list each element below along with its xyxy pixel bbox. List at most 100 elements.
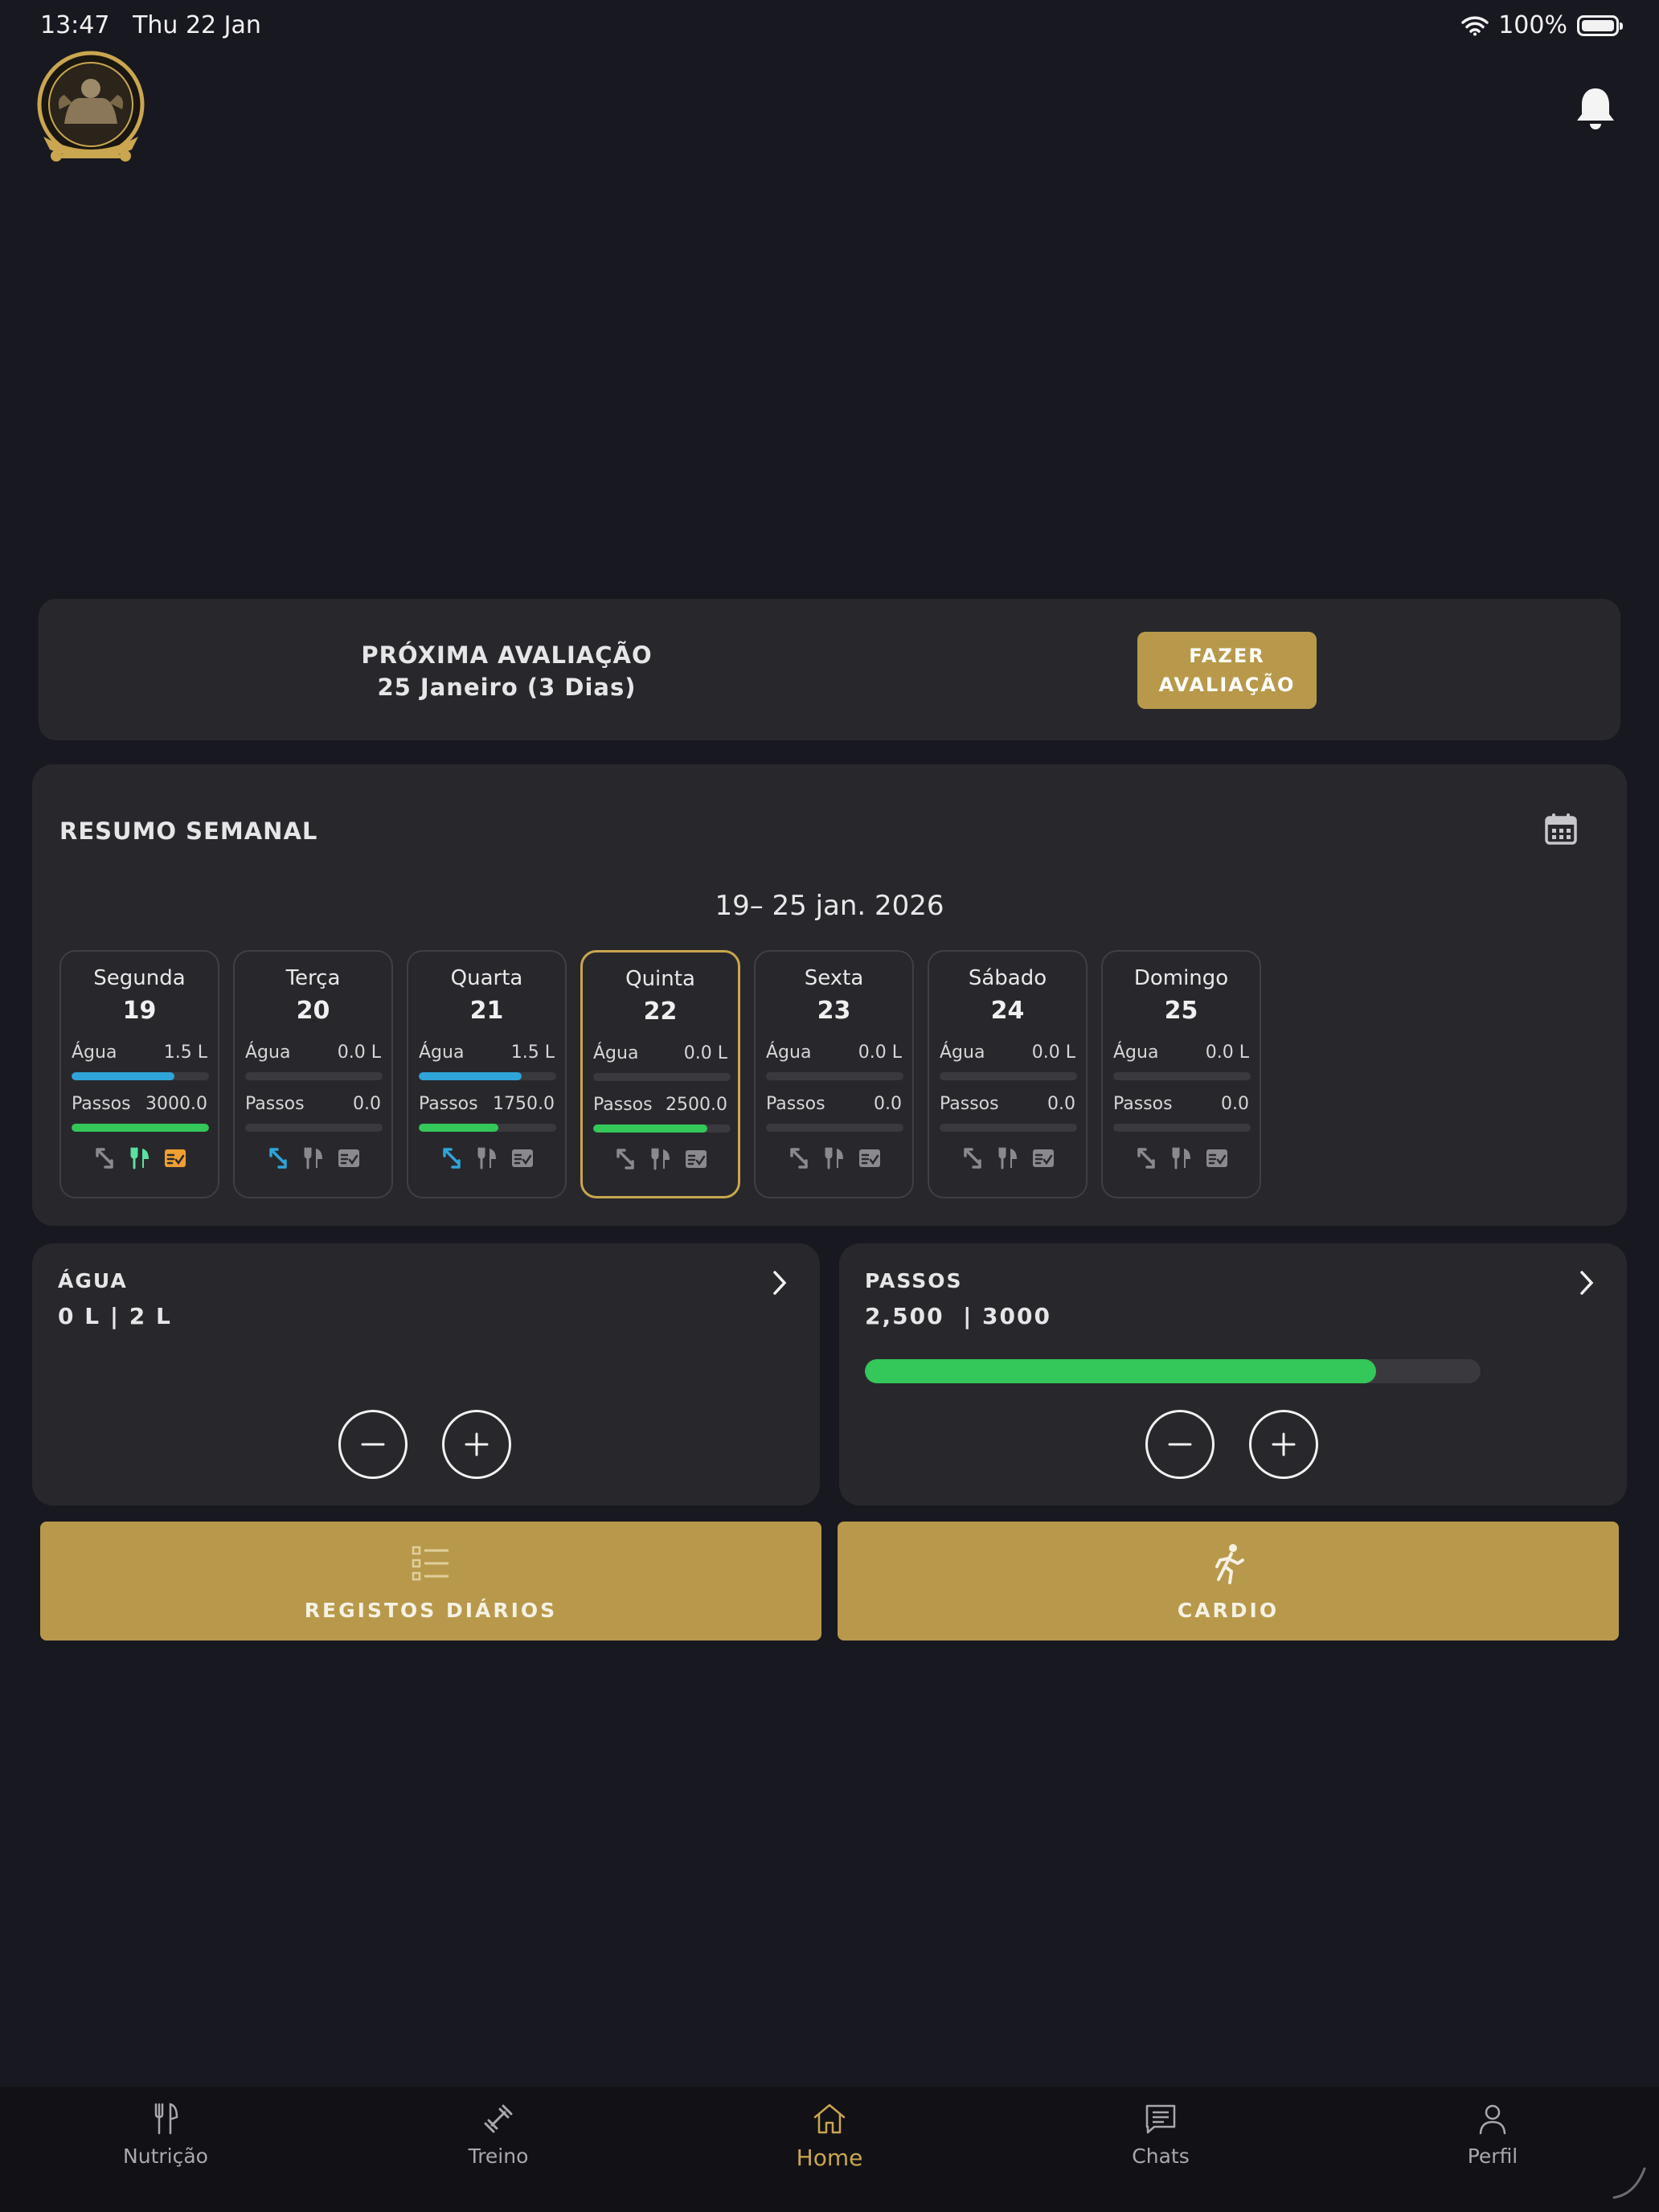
day-steps-bar bbox=[766, 1124, 903, 1132]
minus-icon bbox=[1168, 1443, 1192, 1446]
weekly-summary-card: RESUMO SEMANAL 19– 25 jan. 2026 Segunda … bbox=[32, 764, 1627, 1226]
day-water-value: 0.0 L bbox=[683, 1043, 727, 1063]
bell-icon[interactable] bbox=[1574, 85, 1617, 132]
day-water-bar bbox=[419, 1072, 556, 1080]
day-water-value: 1.5 L bbox=[510, 1043, 555, 1063]
tab-chats[interactable]: Chats bbox=[1064, 2101, 1257, 2168]
tab-label: Nutrição bbox=[123, 2144, 208, 2168]
day-steps-label: Passos bbox=[72, 1094, 131, 1114]
day-icons bbox=[61, 1146, 218, 1170]
status-time: 13:47 Thu 22 Jan bbox=[40, 11, 261, 39]
steps-card[interactable]: PASSOS 2,500 | 3000 bbox=[839, 1243, 1627, 1505]
day-steps-bar bbox=[1113, 1124, 1251, 1132]
day-steps-value: 2500.0 bbox=[666, 1095, 727, 1115]
next-evaluation-title: PRÓXIMA AVALIAÇÃO bbox=[361, 641, 653, 669]
dumbbell-icon bbox=[484, 2104, 513, 2133]
day-name: Quinta bbox=[625, 967, 695, 991]
status-bar: 13:47 Thu 22 Jan 100% bbox=[0, 0, 1659, 50]
workout-icon bbox=[442, 1148, 461, 1169]
chevron-right-icon[interactable] bbox=[768, 1269, 791, 1296]
day-water-value: 0.0 L bbox=[337, 1043, 381, 1063]
meal-icon bbox=[304, 1147, 322, 1169]
chevron-right-icon[interactable] bbox=[1575, 1269, 1598, 1296]
workout-icon bbox=[95, 1148, 113, 1169]
steps-increase-button[interactable] bbox=[1249, 1410, 1318, 1479]
checklist-icon bbox=[1206, 1149, 1227, 1167]
tab-nutricao[interactable]: Nutrição bbox=[69, 2101, 262, 2168]
day-steps-bar bbox=[419, 1124, 556, 1132]
resize-handle-icon bbox=[1612, 2167, 1646, 2199]
day-name: Terça bbox=[285, 966, 341, 990]
day-icons bbox=[408, 1146, 565, 1170]
day-water-label: Água bbox=[72, 1043, 117, 1063]
day-water-bar bbox=[766, 1072, 903, 1080]
steps-decrease-button[interactable] bbox=[1145, 1410, 1215, 1479]
tab-perfil[interactable]: Perfil bbox=[1396, 2101, 1589, 2168]
day-steps-label: Passos bbox=[245, 1094, 305, 1114]
day-card-domingo[interactable]: Domingo 25 Água 0.0 L Passos 0.0 bbox=[1101, 950, 1261, 1198]
day-water-label: Água bbox=[766, 1043, 812, 1063]
day-steps-label: Passos bbox=[940, 1094, 999, 1114]
day-water-value: 0.0 L bbox=[858, 1043, 902, 1063]
checklist-icon bbox=[1032, 1149, 1054, 1167]
do-evaluation-button[interactable]: FAZER AVALIAÇÃO bbox=[1137, 632, 1317, 709]
daily-logs-button[interactable]: REGISTOS DIÁRIOS bbox=[40, 1522, 821, 1641]
day-steps-value: 0.0 bbox=[353, 1094, 381, 1114]
day-name: Quarta bbox=[450, 966, 523, 990]
checklist-icon bbox=[338, 1149, 359, 1167]
cardio-button[interactable]: CARDIO bbox=[838, 1522, 1619, 1641]
day-number: 25 bbox=[1164, 997, 1198, 1025]
day-card-quinta[interactable]: Quinta 22 Água 0.0 L Passos 2500.0 bbox=[580, 950, 740, 1198]
workout-icon bbox=[789, 1148, 808, 1169]
checklist-icon bbox=[685, 1150, 707, 1168]
running-icon bbox=[1215, 1544, 1244, 1584]
calendar-icon[interactable] bbox=[1543, 811, 1579, 846]
day-steps-bar bbox=[72, 1124, 209, 1132]
water-card-title: ÁGUA bbox=[58, 1269, 128, 1292]
water-decrease-button[interactable] bbox=[338, 1410, 408, 1479]
steps-card-title: PASSOS bbox=[865, 1269, 963, 1292]
day-name: Sábado bbox=[968, 966, 1047, 990]
tab-home[interactable]: Home bbox=[733, 2101, 926, 2171]
day-water-value: 0.0 L bbox=[1205, 1043, 1249, 1063]
day-water-label: Água bbox=[940, 1043, 985, 1063]
plus-icon bbox=[465, 1432, 489, 1456]
bottom-tab-bar: Nutrição Treino Home Chats Perfil bbox=[0, 2087, 1659, 2212]
day-card-sexta[interactable]: Sexta 23 Água 0.0 L Passos 0.0 bbox=[754, 950, 914, 1198]
day-number: 19 bbox=[122, 997, 157, 1025]
meal-icon bbox=[130, 1147, 149, 1169]
checklist-icon bbox=[858, 1149, 880, 1167]
day-water-value: 0.0 L bbox=[1031, 1043, 1075, 1063]
steps-progress-bar bbox=[865, 1359, 1481, 1383]
next-evaluation-date: 25 Janeiro (3 Dias) bbox=[377, 674, 637, 701]
checklist-icon bbox=[511, 1149, 533, 1167]
day-name: Segunda bbox=[93, 966, 186, 990]
checklist-icon bbox=[164, 1149, 186, 1167]
status-indicators: 100% bbox=[1461, 11, 1623, 39]
day-number: 24 bbox=[990, 997, 1025, 1025]
day-name: Domingo bbox=[1133, 966, 1229, 990]
water-increase-button[interactable] bbox=[442, 1410, 511, 1479]
day-card-segunda[interactable]: Segunda 19 Água 1.5 L Passos 3000.0 bbox=[59, 950, 219, 1198]
day-water-bar bbox=[593, 1073, 731, 1081]
day-steps-value: 3000.0 bbox=[145, 1094, 207, 1114]
day-water-label: Água bbox=[419, 1043, 465, 1063]
cardio-label: CARDIO bbox=[1177, 1599, 1280, 1622]
water-card[interactable]: ÁGUA 0 L | 2 L bbox=[32, 1243, 820, 1505]
minus-icon bbox=[361, 1443, 385, 1446]
day-steps-label: Passos bbox=[766, 1094, 825, 1114]
brand-logo bbox=[37, 51, 145, 162]
day-icons bbox=[1103, 1146, 1260, 1170]
workout-icon bbox=[1137, 1148, 1155, 1169]
day-card-sábado[interactable]: Sábado 24 Água 0.0 L Passos 0.0 bbox=[928, 950, 1088, 1198]
day-steps-value: 0.0 bbox=[1047, 1094, 1075, 1114]
day-water-bar bbox=[245, 1072, 383, 1080]
day-steps-label: Passos bbox=[593, 1095, 653, 1115]
day-card-terça[interactable]: Terça 20 Água 0.0 L Passos 0.0 bbox=[233, 950, 393, 1198]
tab-treino[interactable]: Treino bbox=[402, 2101, 595, 2168]
home-icon bbox=[813, 2103, 846, 2134]
chat-icon bbox=[1145, 2104, 1176, 2134]
day-card-quarta[interactable]: Quarta 21 Água 1.5 L Passos 1750.0 bbox=[407, 950, 567, 1198]
day-icons bbox=[583, 1147, 738, 1171]
water-card-value: 0 L | 2 L bbox=[58, 1303, 172, 1329]
